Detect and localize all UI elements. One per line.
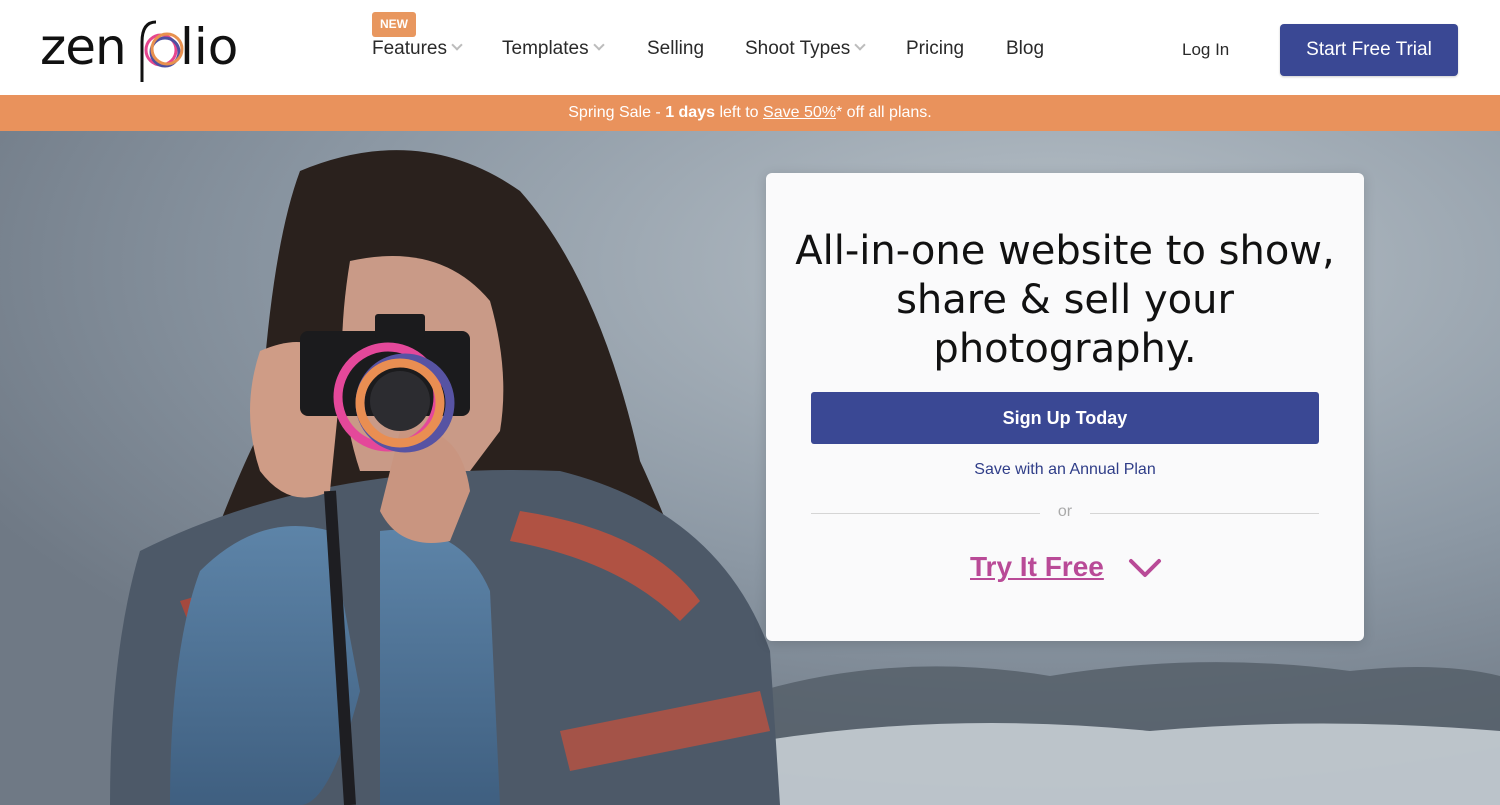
nav-blog[interactable]: Blog xyxy=(1006,38,1044,60)
nav-pricing-label: Pricing xyxy=(906,38,965,59)
nav-blog-label: Blog xyxy=(1006,38,1045,59)
nav-templates[interactable]: Templates xyxy=(502,38,605,60)
nav-features-label: Features xyxy=(372,38,447,59)
sale-suffix: * off all plans. xyxy=(835,104,932,121)
chevron-down-icon xyxy=(592,39,605,51)
svg-text:zen: zen xyxy=(40,18,126,76)
nav-selling[interactable]: Selling xyxy=(647,38,704,60)
nav-features[interactable]: Features xyxy=(372,38,463,60)
sale-days: 1 days xyxy=(665,104,715,121)
hero-headline: All-in-one website to show, share & sell… xyxy=(795,228,1335,372)
svg-text:lio: lio xyxy=(180,18,238,76)
nav-templates-label: Templates xyxy=(502,38,589,59)
sale-link[interactable]: Save 50% xyxy=(763,104,836,121)
hero-section: All-in-one website to show, share & sell… xyxy=(0,131,1500,805)
sale-middle: left to xyxy=(715,104,764,121)
sale-prefix: Spring Sale - xyxy=(568,104,666,121)
sale-banner: Spring Sale - 1 days left to Save 50%* o… xyxy=(0,95,1500,131)
nav-selling-label: Selling xyxy=(647,38,705,59)
new-badge: NEW xyxy=(372,12,416,37)
signup-card: All-in-one website to show, share & sell… xyxy=(766,173,1364,641)
annual-plan-link[interactable]: Save with an Annual Plan xyxy=(766,461,1364,479)
nav-shoot-types-label: Shoot Types xyxy=(745,38,851,59)
chevron-down-icon[interactable] xyxy=(1128,551,1162,585)
try-it-free-link[interactable]: Try It Free xyxy=(970,551,1104,583)
login-link[interactable]: Log In xyxy=(1182,40,1229,60)
start-free-trial-button[interactable]: Start Free Trial xyxy=(1280,24,1458,76)
or-separator: or xyxy=(1057,503,1073,520)
nav-shoot-types[interactable]: Shoot Types xyxy=(745,38,866,60)
zenfolio-logo[interactable]: zen lio xyxy=(38,8,254,86)
sign-up-button[interactable]: Sign Up Today xyxy=(811,392,1319,444)
nav-pricing[interactable]: Pricing xyxy=(906,38,964,60)
chevron-down-icon xyxy=(854,39,866,51)
site-header: zen lio NEW Features Templates Selling S… xyxy=(0,0,1500,95)
chevron-down-icon xyxy=(451,39,463,51)
